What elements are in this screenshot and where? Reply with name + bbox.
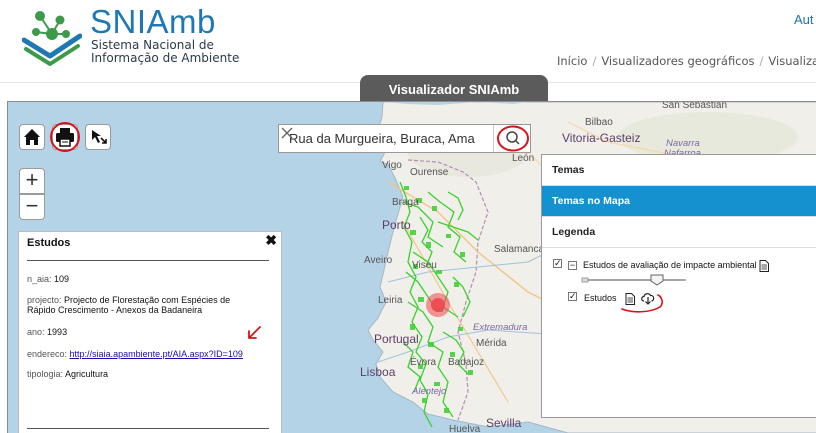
attr-key: tipologia:	[27, 369, 64, 379]
map-label-badajoz: Badajoz	[448, 357, 485, 368]
breadcrumb-viewers[interactable]: Visualizadores geográficos	[601, 54, 754, 68]
home-icon	[24, 129, 40, 145]
map-view[interactable]: San Sebastián Bilbao Vitoria-Gasteiz Nav…	[7, 101, 816, 433]
auth-link[interactable]: Aut	[794, 12, 814, 27]
attr-value: Agricultura	[65, 369, 109, 379]
magnifier-icon	[497, 125, 529, 152]
attr-value: 109	[54, 274, 70, 284]
metadata-document-icon[interactable]	[759, 260, 769, 272]
attr-key: ano:	[27, 327, 45, 337]
pointer-select-icon	[92, 130, 107, 144]
attr-endereco: endereco: http://siaia.apambiente.pt/AIA…	[27, 349, 243, 359]
search-button[interactable]	[493, 125, 532, 152]
map-label-san-sebastian: San Sebastián	[662, 101, 728, 111]
attr-key: projecto:	[27, 295, 62, 305]
map-label-porto: Porto	[382, 218, 411, 232]
map-label-lisboa: Lisboa	[360, 365, 396, 379]
clear-x-icon[interactable]	[279, 125, 295, 141]
map-label-leiria: Leiria	[378, 295, 403, 306]
popup-divider	[27, 260, 269, 261]
search-box	[278, 124, 531, 153]
zoom-out-button[interactable]: −	[19, 194, 45, 220]
breadcrumb-home[interactable]: Início	[557, 54, 587, 68]
brand-subtitle-line2: Informação de Ambiente	[91, 50, 240, 65]
popup-divider-bottom	[27, 428, 269, 429]
tab-temas-no-mapa[interactable]: Temas no Mapa	[542, 186, 816, 217]
site-header: SNIAmb Sistema Nacional de Informação de…	[0, 0, 816, 83]
attr-value: Projecto de Florestação com Espécies de	[64, 295, 231, 305]
brand-title[interactable]: SNIAmb	[90, 3, 216, 41]
map-label-ourense: Ourense	[410, 167, 449, 178]
attr-projecto: projecto: Projecto de Florestação com Es…	[27, 295, 230, 315]
map-label-merida: Mérida	[476, 338, 507, 349]
map-label-vitoria: Vitoria-Gasteiz	[562, 131, 641, 145]
map-label-vigo: Vigo	[382, 160, 402, 171]
map-label-extremadura: Extremadura	[473, 322, 528, 333]
select-feature-button[interactable]	[85, 124, 111, 150]
zoom-in-button[interactable]: +	[19, 168, 45, 194]
group-collapse-toggle[interactable]: −	[568, 261, 577, 270]
brand-subtitle-line1: Sistema Nacional de	[91, 38, 214, 52]
breadcrumb-separator: /	[592, 54, 597, 68]
popup-title: Estudos	[27, 237, 71, 249]
attr-key: endereco:	[27, 349, 68, 359]
sniamb-logo-icon[interactable]	[22, 8, 82, 68]
map-label-sevilla: Sevilla	[486, 416, 522, 430]
breadcrumb: Início / Visualizadores geográficos / Visual…	[557, 54, 816, 68]
attr-n-aia: n_aia: 109	[27, 274, 69, 284]
map-label-portugal: Portugal	[374, 332, 419, 346]
map-label-alentejo: Alentejo	[412, 386, 447, 397]
group-checkbox[interactable]: ✓	[553, 259, 562, 268]
search-input[interactable]	[279, 125, 477, 152]
opacity-slider[interactable]	[580, 274, 692, 286]
attr-value-cont: Rápido Crescimento - Anexos da Badaneira	[27, 305, 203, 315]
annotation-arrow-icon	[248, 326, 261, 339]
tab-temas[interactable]: Temas	[542, 155, 816, 186]
breadcrumb-separator: /	[759, 54, 764, 68]
feature-info-popup: Estudos ✖ n_aia: 109 projecto: Projecto …	[18, 231, 282, 433]
layer-annotation-underline	[621, 294, 663, 313]
map-label-salamanca: Salamanca	[494, 244, 545, 255]
group-label: Estudos de avaliação de impacte ambienta…	[583, 260, 757, 270]
print-annotation-circle	[50, 122, 80, 152]
tab-legenda[interactable]: Legenda	[542, 217, 816, 248]
popup-close-button[interactable]: ✖	[265, 232, 277, 249]
layer-checkbox[interactable]: ✓	[568, 292, 577, 301]
attr-value: 1993	[47, 327, 68, 337]
map-label-braga: Braga	[392, 197, 419, 208]
endereco-link[interactable]: http://siaia.apambiente.pt/AIA.aspx?ID=1…	[70, 349, 243, 359]
home-button[interactable]	[19, 124, 45, 150]
brand-subtitle: Sistema Nacional de Informação de Ambien…	[91, 39, 239, 64]
map-label-leon: León	[512, 153, 535, 164]
map-label-evora: Évora	[410, 357, 437, 368]
attr-key: n_aia:	[27, 274, 52, 284]
viewer-title-tab: Visualizador SNIAmb	[360, 75, 548, 102]
layers-panel: Temas Temas no Mapa Legenda ✓ − Estudos …	[541, 154, 816, 418]
opacity-slider-thumb	[650, 274, 664, 286]
map-label-bilbao: Bilbao	[585, 117, 613, 128]
map-label-aveiro: Aveiro	[364, 255, 393, 266]
breadcrumb-current: Visualiza	[768, 54, 816, 68]
attr-tipologia: tipologia: Agricultura	[27, 369, 108, 379]
map-label-viseu: Viseu	[412, 260, 437, 271]
attr-ano: ano: 1993	[27, 327, 67, 337]
layer-label: Estudos	[584, 293, 617, 303]
